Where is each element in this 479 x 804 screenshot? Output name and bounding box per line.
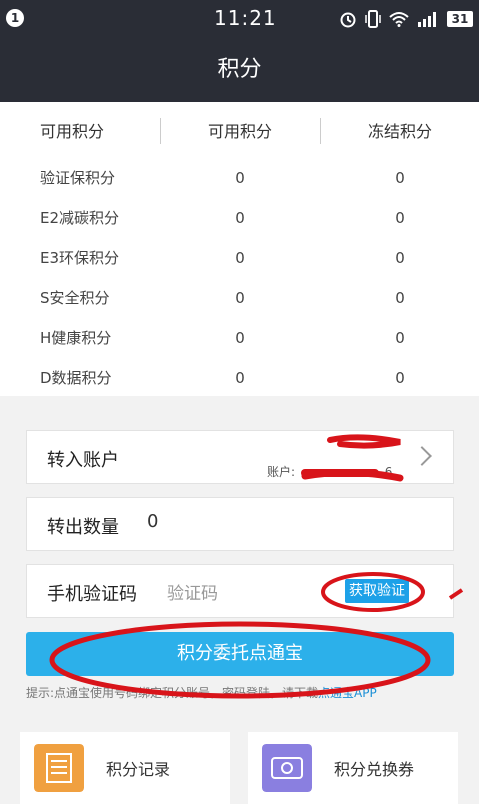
account-redaction	[300, 468, 379, 477]
header-frozen: 冻结积分	[367, 122, 432, 141]
status-bar: 1 11:21 31	[0, 0, 479, 38]
signal-icon	[418, 12, 436, 27]
frozen-value: 0	[395, 289, 405, 307]
table-row: 验证保积分 0 0	[0, 158, 479, 198]
account-number: 账户: 6	[267, 463, 392, 480]
point-type: E2减碳积分	[40, 209, 120, 227]
available-value: 0	[235, 289, 245, 307]
point-type: E3环保积分	[40, 249, 120, 267]
frozen-value: 0	[395, 329, 405, 347]
available-value: 0	[235, 209, 245, 227]
page-title: 积分	[0, 38, 479, 102]
clock: 11:21	[214, 6, 277, 30]
hint-body: 提示:点通宝使用号码绑定积分账号，密码登陆，请下载	[26, 686, 319, 700]
account-suffix: 6	[384, 465, 393, 479]
point-type: 验证保积分	[40, 169, 116, 187]
frozen-value: 0	[395, 209, 405, 227]
table-row: D数据积分 0 0	[0, 358, 479, 398]
phone-code-row: 手机验证码 验证码 获取验证	[26, 564, 454, 618]
ledger-icon	[34, 744, 84, 792]
table-row: E2减碳积分 0 0	[0, 198, 479, 238]
hint-text: 提示:点通宝使用号码绑定积分账号，密码登陆，请下载点通宝APP	[26, 685, 456, 701]
account-prefix: 账户:	[267, 465, 296, 479]
table-row: E3环保积分 0 0	[0, 238, 479, 278]
transfer-quantity-row[interactable]: 转出数量 0	[26, 497, 454, 551]
phone-code-label: 手机验证码	[47, 584, 137, 605]
download-app-link[interactable]: 点通宝APP	[318, 686, 377, 700]
tile-points-record[interactable]: 积分记录	[20, 732, 230, 804]
available-value: 0	[235, 249, 245, 267]
frozen-value: 0	[395, 169, 405, 187]
available-value: 0	[235, 369, 245, 387]
transfer-account-row[interactable]: 转入账户 账户: 6	[26, 430, 454, 484]
transfer-account-label: 转入账户	[47, 450, 119, 471]
header-available: 可用积分	[207, 122, 272, 141]
table-row: S安全积分 0 0	[0, 278, 479, 318]
wifi-icon	[389, 12, 409, 27]
code-input[interactable]: 验证码	[167, 579, 218, 604]
tile-coupon-exchange[interactable]: 积分兑换券	[248, 732, 458, 804]
coupon-icon	[262, 744, 312, 792]
alarm-icon	[340, 12, 356, 28]
point-type: S安全积分	[40, 289, 110, 307]
quantity-input[interactable]: 0	[147, 511, 158, 532]
table-row: H健康积分 0 0	[0, 318, 479, 358]
available-value: 0	[235, 329, 245, 347]
submit-button[interactable]: 积分委托点通宝	[26, 632, 454, 676]
point-type: H健康积分	[40, 329, 112, 347]
chevron-right-icon	[412, 446, 432, 466]
battery-icon: 31	[447, 11, 473, 27]
header-type: 可用积分	[40, 122, 105, 141]
quantity-label: 转出数量	[47, 517, 119, 538]
frozen-value: 0	[395, 249, 405, 267]
bottom-nav: 积分记录 积分兑换券	[0, 720, 479, 804]
point-type: D数据积分	[40, 369, 112, 387]
available-value: 0	[235, 169, 245, 187]
vibrate-icon	[365, 10, 381, 28]
status-icons: 31	[339, 9, 473, 29]
frozen-value: 0	[395, 369, 405, 387]
tile-label: 积分记录	[106, 760, 171, 779]
get-code-button[interactable]: 获取验证	[345, 579, 409, 603]
points-table: 可用积分 可用积分 冻结积分 验证保积分 0 0 E2减碳积分 0 0 E3环保…	[0, 102, 479, 396]
tile-label: 积分兑换券	[334, 760, 415, 779]
notification-badge: 1	[6, 9, 24, 27]
